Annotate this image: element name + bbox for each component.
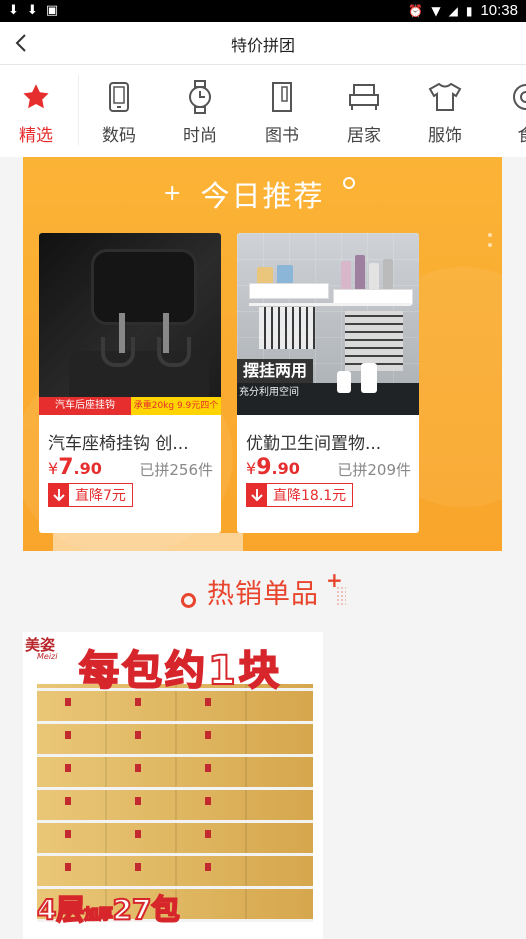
pack-logo-mark — [205, 797, 211, 805]
battery-icon: ▮ — [465, 3, 473, 18]
product-bottom-text: 4层加厚27包 — [36, 892, 180, 927]
image-tag: 承重20kg 9.9元四个 — [131, 397, 221, 415]
tab-shi[interactable]: 食 — [496, 79, 526, 146]
product-name: 优勤卫生间置物... — [246, 434, 382, 454]
pack-logo-mark — [65, 797, 71, 805]
recommend-title: 今日推荐 — [200, 179, 325, 213]
image-tag: 汽车后座挂钩 — [39, 397, 131, 415]
arrow-down-icon — [247, 484, 267, 506]
product-name: 汽车座椅挂钩 创... — [48, 434, 189, 454]
price-drop-badge: 直降7元 — [48, 483, 133, 507]
sold-count: 已拼209件 — [337, 461, 411, 479]
tab-jingxuan[interactable]: 精选 — [6, 79, 66, 146]
product-image: 美姿 Meizi 每包约1块 4层加厚27包 — [23, 632, 323, 939]
pack-logo-mark — [135, 698, 141, 706]
shirt-icon — [415, 79, 475, 115]
download-icon: ⬇ — [26, 3, 38, 18]
notification-icon: ▣ — [45, 3, 59, 18]
tab-label: 食 — [496, 121, 526, 146]
pack-logo-mark — [65, 830, 71, 838]
pack-logo-mark — [205, 830, 211, 838]
pack-logo-mark — [65, 863, 71, 871]
wifi-icon: ▼ — [431, 3, 441, 18]
pack-logo-mark — [65, 731, 71, 739]
image-sublabel: 充分利用空间 — [239, 387, 299, 398]
image-label: 摆挂两用 — [237, 359, 313, 383]
tab-label: 精选 — [19, 126, 53, 146]
tab-label: 数码 — [102, 126, 136, 146]
tab-fushi[interactable]: 服饰 — [415, 79, 475, 146]
arrow-down-icon — [49, 484, 69, 506]
dots-decoration — [336, 586, 346, 606]
status-time: 10:38 — [480, 2, 518, 19]
decoration — [53, 533, 243, 551]
bed-icon — [334, 79, 394, 115]
signal-icon: ◢ — [448, 3, 458, 18]
star-icon — [6, 79, 66, 115]
product-price: ¥7.90 — [48, 455, 102, 480]
pack-logo-mark — [205, 731, 211, 739]
hot-product-card[interactable]: 美姿 Meizi 每包约1块 4层加厚27包 — [23, 632, 323, 939]
hot-title: 热销单品 — [207, 579, 319, 610]
alarm-icon: ⏰ — [408, 3, 424, 18]
pack-logo-mark — [65, 764, 71, 772]
tab-jujia[interactable]: 居家 — [334, 79, 394, 146]
tab-tushu[interactable]: 图书 — [252, 79, 312, 146]
tab-shuma[interactable]: 数码 — [89, 79, 149, 146]
product-price: ¥9.90 — [246, 455, 300, 480]
phone-icon — [89, 79, 149, 115]
pack-logo-mark — [135, 731, 141, 739]
status-bar-right: ⏰ ▼ ◢ ▮ 10:38 — [408, 2, 518, 19]
brand-sub: Meizi — [37, 652, 58, 661]
pack-logo-mark — [135, 863, 141, 871]
recommend-section: + 今日推荐 汽车后座挂钩 承重20kg 9.9元四个 汽车座椅挂钩 创... … — [23, 157, 502, 551]
status-bar-left: ⬇ ⬇ ▣ — [8, 3, 58, 19]
category-bar: 精选 数码 时尚 图书 居家 服饰 食 — [0, 65, 526, 157]
app-header: 特价拼团 — [0, 22, 526, 65]
pack-logo-mark — [135, 830, 141, 838]
download-icon: ⬇ — [8, 3, 19, 18]
dots-decoration — [488, 233, 492, 253]
tab-label: 居家 — [347, 126, 381, 146]
product-image: 摆挂两用 充分利用空间 — [237, 233, 419, 415]
pack-logo-mark — [135, 797, 141, 805]
product-card[interactable]: 汽车后座挂钩 承重20kg 9.9元四个 汽车座椅挂钩 创... ¥7.90 已… — [39, 233, 221, 533]
pack-logo-mark — [135, 764, 141, 772]
tab-shishang[interactable]: 时尚 — [170, 79, 230, 146]
status-bar: ⬇ ⬇ ▣ ⏰ ▼ ◢ ▮ 10:38 — [0, 0, 526, 22]
tab-label: 图书 — [265, 126, 299, 146]
book-icon — [252, 79, 312, 115]
pack-logo-mark — [205, 764, 211, 772]
food-icon — [496, 79, 526, 115]
divider — [78, 75, 79, 145]
product-image: 汽车后座挂钩 承重20kg 9.9元四个 — [39, 233, 221, 415]
price-drop-badge: 直降18.1元 — [246, 483, 354, 507]
tab-label: 时尚 — [183, 126, 217, 146]
tab-label: 服饰 — [428, 126, 462, 146]
watch-icon — [170, 79, 230, 115]
tissue-packs — [37, 684, 313, 922]
sold-count: 已拼256件 — [139, 461, 213, 479]
pack-logo-mark — [205, 863, 211, 871]
page-title: 特价拼团 — [230, 36, 295, 55]
ring-decoration-icon — [343, 177, 355, 189]
product-slogan: 每包约1块 — [78, 647, 282, 695]
pack-logo-mark — [205, 698, 211, 706]
product-card[interactable]: 摆挂两用 充分利用空间 优勤卫生间置物... ¥9.90 已拼209件 直降18… — [237, 233, 419, 533]
pack-logo-mark — [65, 698, 71, 706]
